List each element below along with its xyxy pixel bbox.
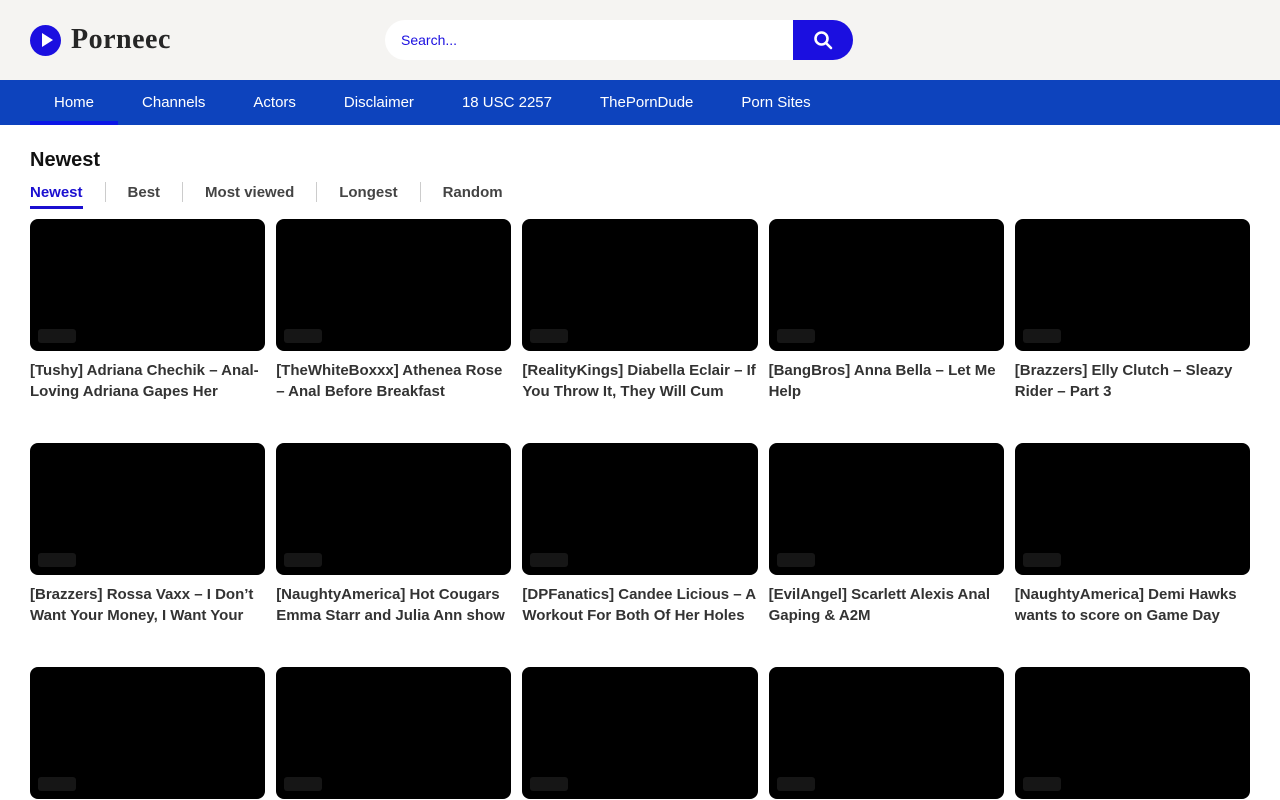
tab-best[interactable]: Best [128, 184, 161, 209]
video-card[interactable]: [Tushy] Adriana Chechik – Anal-Loving Ad… [30, 219, 265, 402]
duration-badge [38, 777, 76, 791]
duration-badge [530, 329, 568, 343]
tab-newest[interactable]: Newest [30, 184, 83, 209]
video-title[interactable]: [Tushy] Adriana Chechik – Anal-Loving Ad… [30, 360, 265, 402]
video-thumbnail[interactable] [522, 219, 757, 351]
tab-random[interactable]: Random [443, 184, 503, 209]
video-card[interactable]: [TheWhiteBoxxx] Athenea Rose – Anal Befo… [276, 219, 511, 402]
nav-item-channels[interactable]: Channels [118, 80, 229, 125]
video-thumbnail[interactable] [522, 667, 757, 799]
video-thumbnail[interactable] [276, 443, 511, 575]
search-button[interactable] [793, 20, 853, 60]
duration-badge [284, 553, 322, 567]
video-card[interactable]: [Brazzers] Elly Clutch – Sleazy Rider – … [1015, 219, 1250, 402]
video-card[interactable]: [NaughtyAmerica] Hot Cougars Emma Starr … [276, 443, 511, 626]
tab-most-viewed[interactable]: Most viewed [205, 184, 294, 209]
video-title[interactable]: [BangBros] Anna Bella – Let Me Help [769, 360, 1004, 402]
video-title[interactable]: [DPFanatics] Candee Licious – A Workout … [522, 584, 757, 626]
nav-item-actors[interactable]: Actors [229, 80, 320, 125]
duration-badge [284, 329, 322, 343]
video-title[interactable]: [TheWhiteBoxxx] Athenea Rose – Anal Befo… [276, 360, 511, 402]
video-grid: [Tushy] Adriana Chechik – Anal-Loving Ad… [30, 219, 1250, 800]
video-card[interactable]: [EvilAngel] Scarlett Alexis Anal Gaping … [769, 443, 1004, 626]
nav-item-home[interactable]: Home [30, 80, 118, 125]
video-card[interactable] [1015, 667, 1250, 800]
nav-item-18-usc-2257[interactable]: 18 USC 2257 [438, 80, 576, 125]
site-logo[interactable]: Porneec [30, 0, 171, 80]
duration-badge [777, 553, 815, 567]
sort-tabs: Newest Best Most viewed Longest Random [30, 182, 1250, 210]
video-card[interactable]: [DPFanatics] Candee Licious – A Workout … [522, 443, 757, 626]
search-bar [385, 20, 853, 60]
video-thumbnail[interactable] [1015, 219, 1250, 351]
duration-badge [777, 329, 815, 343]
video-thumbnail[interactable] [769, 443, 1004, 575]
search-icon [811, 28, 835, 52]
duration-badge [38, 329, 76, 343]
duration-badge [1023, 777, 1061, 791]
video-thumbnail[interactable] [30, 219, 265, 351]
video-card[interactable]: [NaughtyAmerica] Demi Hawks wants to sco… [1015, 443, 1250, 626]
video-thumbnail[interactable] [522, 443, 757, 575]
duration-badge [777, 777, 815, 791]
search-input[interactable] [385, 20, 793, 60]
video-thumbnail[interactable] [769, 219, 1004, 351]
video-thumbnail[interactable] [1015, 443, 1250, 575]
play-icon [30, 25, 61, 56]
video-title[interactable]: [NaughtyAmerica] Hot Cougars Emma Starr … [276, 584, 511, 626]
page-title: Newest [30, 149, 1250, 172]
video-title[interactable]: [NaughtyAmerica] Demi Hawks wants to sco… [1015, 584, 1250, 626]
nav-item-porn-sites[interactable]: Porn Sites [717, 80, 834, 125]
duration-badge [284, 777, 322, 791]
video-thumbnail[interactable] [276, 667, 511, 799]
video-thumbnail[interactable] [1015, 667, 1250, 799]
video-card[interactable] [769, 667, 1004, 800]
tab-divider [105, 182, 106, 202]
video-card[interactable] [276, 667, 511, 800]
main-nav: Home Channels Actors Disclaimer 18 USC 2… [0, 80, 1280, 125]
video-thumbnail[interactable] [769, 667, 1004, 799]
nav-item-theporndude[interactable]: ThePornDude [576, 80, 717, 125]
duration-badge [1023, 553, 1061, 567]
site-header: Porneec [0, 0, 1280, 80]
video-title[interactable]: [EvilAngel] Scarlett Alexis Anal Gaping … [769, 584, 1004, 626]
video-title[interactable]: [RealityKings] Diabella Eclair – If You … [522, 360, 757, 402]
video-card[interactable] [30, 667, 265, 800]
video-card[interactable] [522, 667, 757, 800]
tab-longest[interactable]: Longest [339, 184, 397, 209]
brand-name: Porneec [71, 24, 171, 56]
video-card[interactable]: [BangBros] Anna Bella – Let Me Help [769, 219, 1004, 402]
duration-badge [530, 553, 568, 567]
video-title[interactable]: [Brazzers] Elly Clutch – Sleazy Rider – … [1015, 360, 1250, 402]
tab-divider [420, 182, 421, 202]
duration-badge [1023, 329, 1061, 343]
duration-badge [530, 777, 568, 791]
main-content: Newest Newest Best Most viewed Longest R… [0, 149, 1280, 800]
nav-item-disclaimer[interactable]: Disclaimer [320, 80, 438, 125]
video-thumbnail[interactable] [30, 667, 265, 799]
tab-divider [316, 182, 317, 202]
video-thumbnail[interactable] [276, 219, 511, 351]
tab-divider [182, 182, 183, 202]
video-card[interactable]: [RealityKings] Diabella Eclair – If You … [522, 219, 757, 402]
duration-badge [38, 553, 76, 567]
video-title[interactable]: [Brazzers] Rossa Vaxx – I Don’t Want You… [30, 584, 265, 626]
video-thumbnail[interactable] [30, 443, 265, 575]
video-card[interactable]: [Brazzers] Rossa Vaxx – I Don’t Want You… [30, 443, 265, 626]
